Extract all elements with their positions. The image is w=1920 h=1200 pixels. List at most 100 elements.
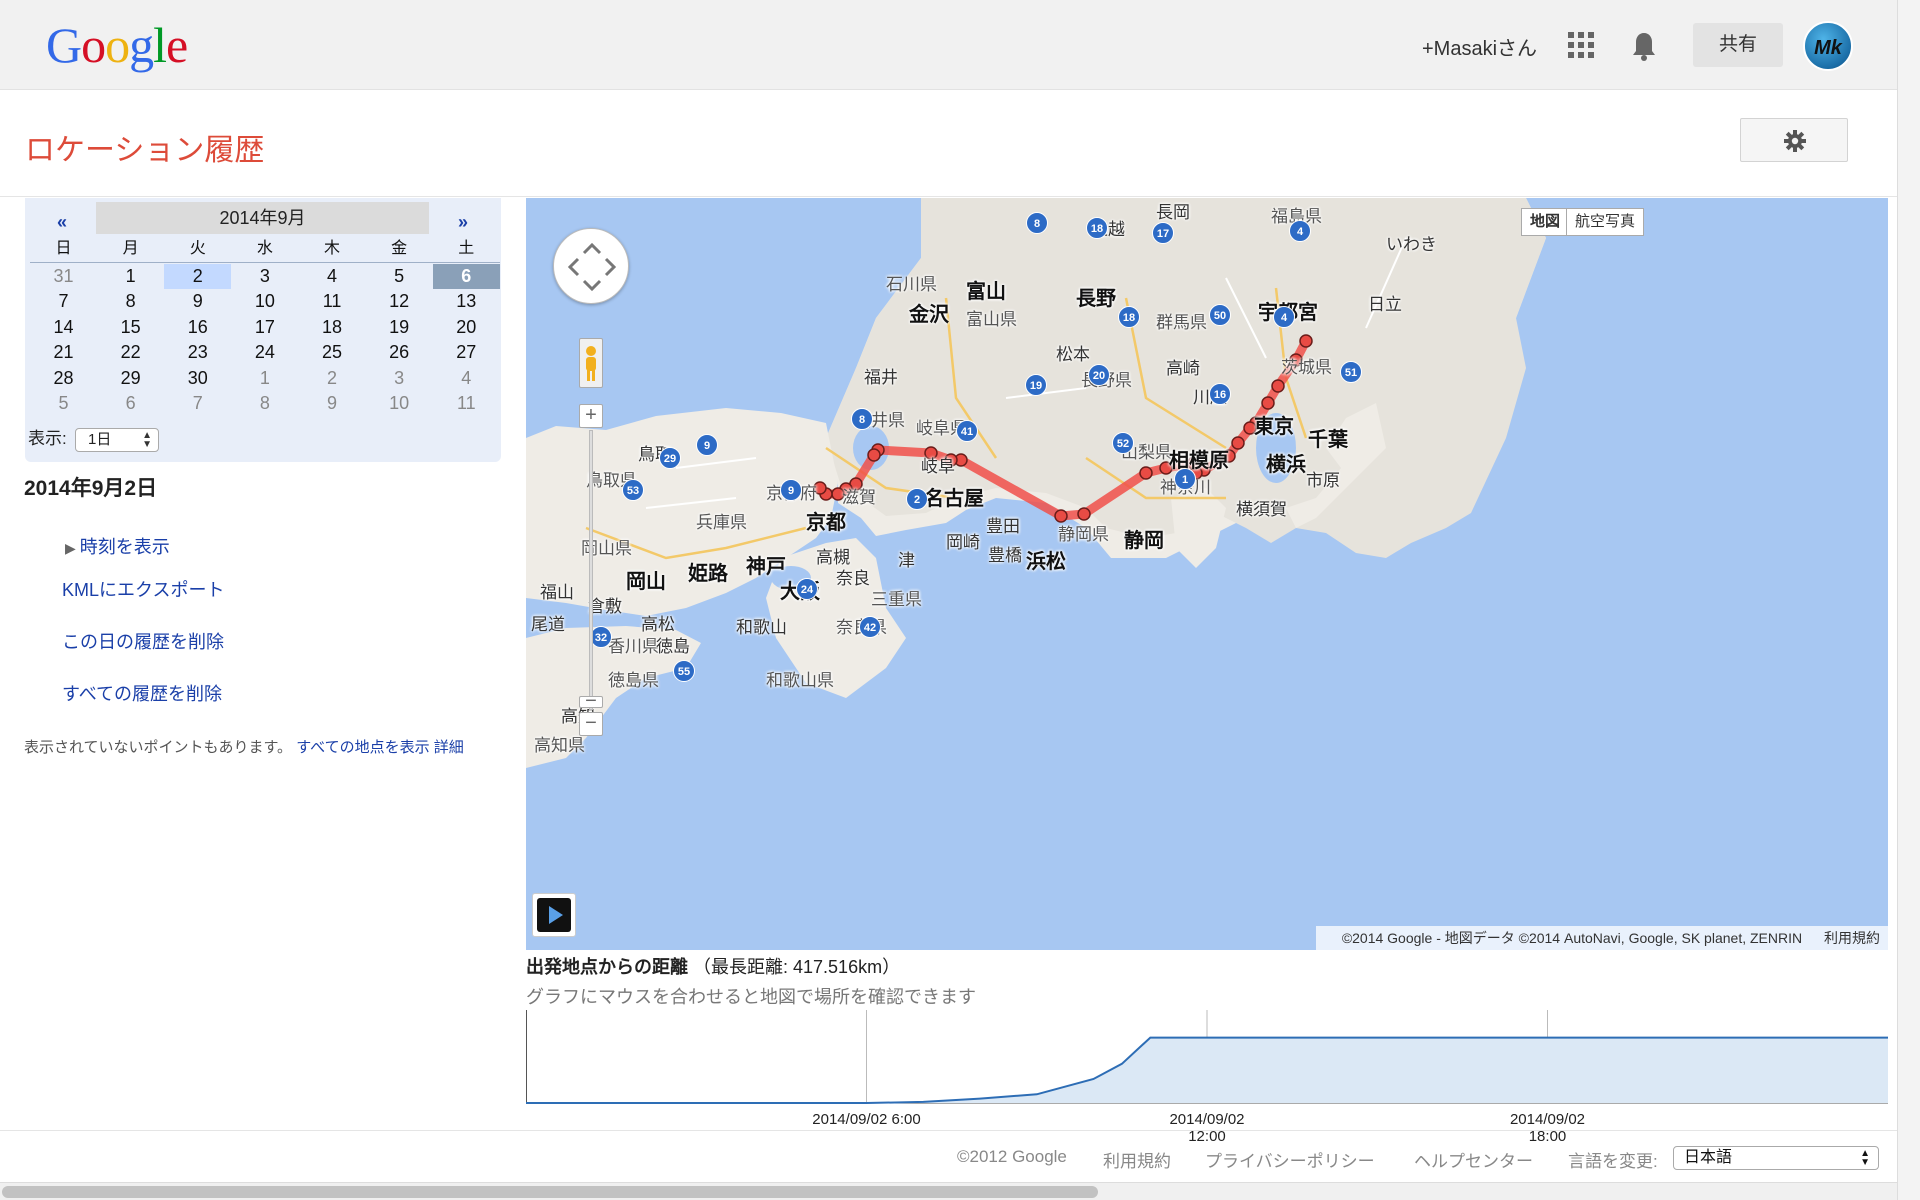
route-point[interactable] (1231, 436, 1245, 450)
map-place-label: 茨城県 (1281, 358, 1332, 377)
zoom-slider-handle[interactable]: − (579, 691, 603, 711)
calendar-day[interactable]: 1 (231, 366, 298, 392)
calendar-day[interactable]: 25 (299, 340, 366, 366)
route-point[interactable] (1139, 466, 1153, 480)
route-number-shield: 51 (1340, 361, 1362, 383)
horizontal-scrollbar[interactable] (0, 1182, 1897, 1200)
calendar-day[interactable]: 3 (366, 366, 433, 392)
calendar-day[interactable]: 8 (97, 289, 164, 315)
avatar[interactable]: Mk (1803, 21, 1853, 71)
zoom-slider-track[interactable] (589, 430, 593, 710)
calendar-day[interactable]: 11 (433, 391, 500, 417)
export-kml-link[interactable]: KMLにエクスポート (62, 576, 224, 602)
footer-help-link[interactable]: ヘルプセンター (1414, 1147, 1533, 1172)
calendar-day[interactable]: 19 (366, 315, 433, 341)
calendar-day[interactable]: 6 (97, 391, 164, 417)
map[interactable]: 長岡福島県上越いわき石川県富山長野宇都宮金沢富山県群馬県日立松本福井高崎茨城県長… (526, 198, 1888, 950)
calendar-week-row: 31 1 2 3 4 5 6 (30, 263, 500, 290)
calendar-day[interactable]: 17 (231, 315, 298, 341)
map-place-label: 富山 (966, 281, 1006, 303)
map-place-label: 香川県 (608, 637, 659, 656)
route-point[interactable] (1299, 334, 1313, 348)
map-place-label: 静岡県 (1058, 525, 1109, 544)
logo-letter: e (166, 17, 188, 73)
language-label: 言語を変更: (1568, 1152, 1658, 1171)
route-number-shield: 2 (906, 488, 928, 510)
calendar-day[interactable]: 18 (299, 315, 366, 341)
prev-month-button[interactable]: « (57, 212, 67, 233)
calendar-day[interactable]: 6 (432, 263, 500, 289)
calendar-day[interactable]: 12 (366, 289, 433, 315)
calendar-day[interactable]: 5 (366, 264, 433, 290)
calendar-day[interactable]: 22 (97, 340, 164, 366)
calendar-day[interactable]: 23 (164, 340, 231, 366)
map-place-label: 豊田 (986, 517, 1020, 536)
calendar-day[interactable]: 10 (366, 391, 433, 417)
calendar-day[interactable]: 28 (30, 366, 97, 392)
logo-letter: g (129, 17, 154, 73)
calendar-day[interactable]: 7 (30, 289, 97, 315)
calendar-day[interactable]: 13 (433, 289, 500, 315)
calendar-day[interactable]: 24 (231, 340, 298, 366)
apps-grid-icon[interactable] (1568, 32, 1594, 58)
calendar-day[interactable]: 14 (30, 315, 97, 341)
delete-all-history-link[interactable]: すべての履歴を削除 (62, 680, 222, 706)
pan-control[interactable] (553, 228, 629, 304)
route-point[interactable] (1261, 396, 1275, 410)
horizontal-scrollbar-thumb[interactable] (2, 1186, 1098, 1198)
settings-button[interactable] (1740, 118, 1848, 162)
calendar-day[interactable]: 8 (231, 391, 298, 417)
route-number-shield: 8 (851, 408, 873, 430)
google-logo[interactable]: Google (46, 16, 188, 74)
play-route-button[interactable] (532, 893, 576, 937)
language-select[interactable]: 日本語 ▲ ▼ (1673, 1146, 1879, 1170)
details-link[interactable]: 詳細 (434, 739, 464, 756)
graph-time-tick: 2014/09/02 6:00 (807, 1111, 927, 1128)
show-all-points-link[interactable]: すべての地点を表示 (296, 739, 429, 756)
calendar-day[interactable]: 1 (97, 264, 164, 290)
calendar-day[interactable]: 20 (433, 315, 500, 341)
calendar-day[interactable]: 5 (30, 391, 97, 417)
zoom-out-button[interactable]: − (579, 712, 603, 736)
calendar-day[interactable]: 4 (299, 264, 366, 290)
calendar-day[interactable]: 30 (164, 366, 231, 392)
calendar-day[interactable]: 7 (164, 391, 231, 417)
show-time-toggle[interactable]: ▶ 時刻を表示 (65, 533, 170, 559)
vertical-scrollbar[interactable] (1897, 0, 1920, 1200)
calendar-weekday: 火 (189, 240, 206, 257)
route-number-shield: 20 (1088, 364, 1110, 386)
zoom-in-button[interactable]: + (579, 404, 603, 428)
calendar-day[interactable]: 3 (231, 264, 298, 290)
street-view-pegman-icon[interactable] (579, 338, 603, 388)
map-type-map-button[interactable]: 地図 (1521, 208, 1570, 236)
calendar-day[interactable]: 4 (433, 366, 500, 392)
calendar-day[interactable]: 10 (231, 289, 298, 315)
calendar-day[interactable]: 2 (299, 366, 366, 392)
calendar-day[interactable]: 11 (299, 289, 366, 315)
view-range-select[interactable]: 1日 ▲ ▼ (75, 428, 159, 452)
calendar-day[interactable]: 27 (433, 340, 500, 366)
delete-day-history-link[interactable]: この日の履歴を削除 (62, 628, 224, 654)
route-point[interactable] (1271, 379, 1285, 393)
calendar-day[interactable]: 9 (299, 391, 366, 417)
footer-terms-link[interactable]: 利用規約 (1103, 1147, 1171, 1172)
calendar-day[interactable]: 26 (366, 340, 433, 366)
calendar-day[interactable]: 21 (30, 340, 97, 366)
map-type-satellite-button[interactable]: 航空写真 (1566, 208, 1645, 236)
calendar-day[interactable]: 2 (164, 263, 232, 289)
next-month-button[interactable]: » (458, 212, 468, 233)
calendar-day[interactable]: 31 (30, 264, 97, 290)
map-terms-link[interactable]: 利用規約 (1824, 930, 1880, 946)
calendar-day[interactable]: 29 (97, 366, 164, 392)
calendar-day[interactable]: 9 (164, 289, 231, 315)
calendar-day[interactable]: 15 (97, 315, 164, 341)
map-place-label: 横浜 (1266, 454, 1306, 476)
notification-bell-icon[interactable] (1630, 30, 1658, 62)
calendar-day[interactable]: 16 (164, 315, 231, 341)
share-button[interactable]: 共有 (1693, 23, 1783, 67)
hidden-points-note: 表示されていないポイントもあります。 すべての地点を表示 詳細 (24, 736, 502, 760)
route-point[interactable] (867, 448, 881, 462)
route-point[interactable] (1077, 507, 1091, 521)
user-profile-link[interactable]: +Masakiさん (1422, 32, 1537, 61)
footer-privacy-link[interactable]: プライバシーポリシー (1205, 1147, 1375, 1172)
